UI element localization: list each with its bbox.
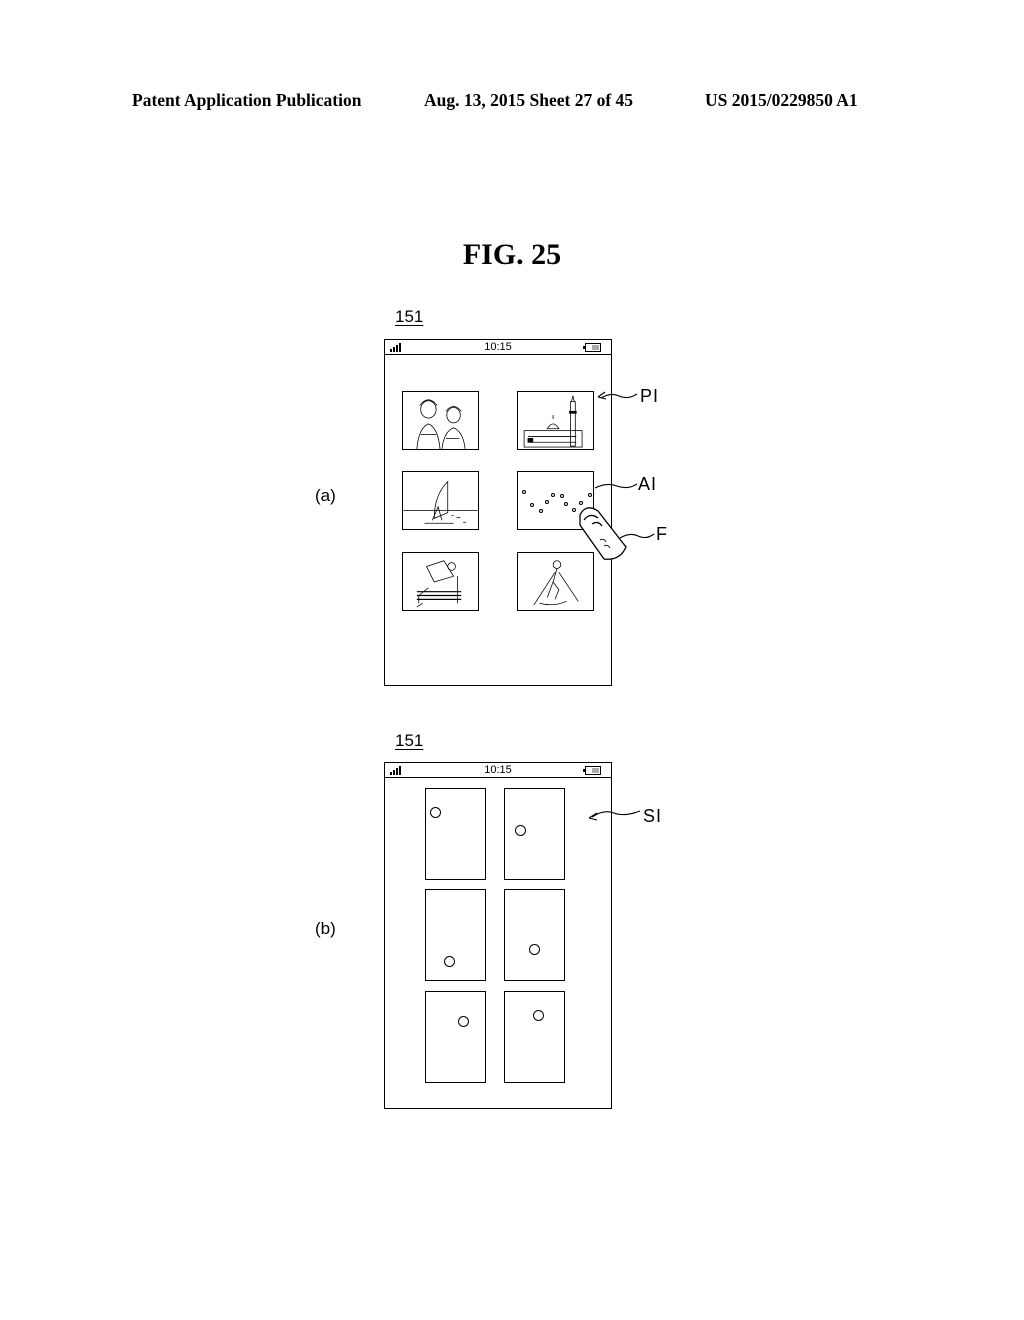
frame-dot [430, 807, 441, 818]
animation-dot [588, 493, 592, 497]
animation-dot [530, 503, 534, 507]
device-reference-a: 151 [395, 307, 424, 326]
publication-date-sheet: Aug. 13, 2015 Sheet 27 of 45 [424, 90, 634, 110]
frame-dot [515, 825, 526, 836]
animation-dot [560, 494, 564, 498]
leader-line-f [619, 533, 655, 539]
portrait-sketch-icon [416, 399, 466, 449]
thumbnail-reader[interactable] [402, 552, 479, 611]
windsurfer-icon [403, 480, 478, 524]
status-time: 10:15 [484, 764, 512, 776]
animation-dot [539, 509, 543, 513]
animation-dot [572, 508, 576, 512]
callout-ai: AI [638, 474, 658, 494]
animation-frame-3[interactable] [425, 889, 486, 981]
patent-number: US 2015/0229850 A1 [705, 90, 858, 110]
status-bar-a: 10:15 [385, 340, 611, 355]
callout-pi: PI [640, 386, 660, 406]
thumbnail-mosque[interactable] [517, 391, 594, 450]
panel-label-a: (a) [315, 486, 336, 505]
animation-dot [522, 490, 526, 494]
battery-icon [583, 343, 601, 352]
animation-frame-5[interactable] [425, 991, 486, 1083]
animation-frame-1[interactable] [425, 788, 486, 880]
status-time: 10:15 [484, 341, 512, 353]
mosque-icon [523, 395, 583, 448]
skier-icon [533, 560, 579, 606]
animation-dot [564, 502, 568, 506]
status-bar-b: 10:15 [385, 763, 611, 778]
animation-frame-2[interactable] [504, 788, 565, 880]
callout-si: SI [643, 806, 663, 826]
animation-dot [579, 501, 583, 505]
animation-frame-4[interactable] [504, 889, 565, 981]
animation-frame-6[interactable] [504, 991, 565, 1083]
frame-dot [529, 944, 540, 955]
frame-dot [444, 956, 455, 967]
thumbnail-animated-image[interactable] [517, 471, 594, 530]
phone-screen-b: 10:15 [384, 762, 612, 1109]
thumbnail-windsurfer[interactable] [402, 471, 479, 530]
frame-dot [458, 1016, 469, 1027]
publication-type: Patent Application Publication [132, 90, 362, 110]
frame-dot [533, 1010, 544, 1021]
animation-dot [545, 500, 549, 504]
thumbnail-skier[interactable] [517, 552, 594, 611]
panel-label-b: (b) [315, 919, 336, 938]
device-reference-b: 151 [395, 731, 424, 750]
thumbnail-portrait[interactable] [402, 391, 479, 450]
battery-icon [583, 766, 601, 775]
callout-f: F [656, 524, 668, 544]
animation-dot [551, 493, 555, 497]
person-reading-icon [416, 560, 462, 608]
figure-title: FIG. 25 [462, 238, 562, 271]
phone-screen-a: 10:15 [384, 339, 612, 686]
